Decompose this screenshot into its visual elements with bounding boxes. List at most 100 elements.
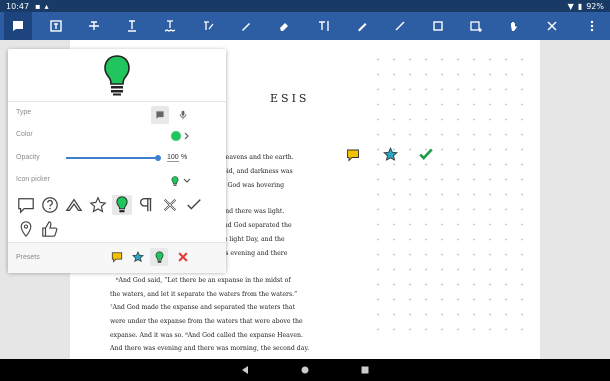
pin-icon-option[interactable] — [16, 219, 36, 239]
verse-line: ⁷And God made the expanse and separated … — [110, 304, 296, 311]
opacity-row: Opacity 100 % — [8, 149, 226, 171]
highlighter-icon — [358, 23, 367, 32]
clock: 10:47 — [6, 1, 30, 11]
comment-icon — [111, 252, 123, 263]
cross-icon-option[interactable] — [160, 195, 180, 215]
lightbulb-icon — [171, 176, 179, 186]
text-cursor-icon — [319, 21, 329, 31]
up-icon-option[interactable] — [64, 195, 84, 215]
preset-cross[interactable] — [174, 248, 192, 266]
notification-icon: ▪ — [35, 1, 41, 11]
highlighter-button[interactable] — [348, 12, 376, 40]
voice-type-button[interactable] — [174, 106, 192, 124]
comment-type-button[interactable] — [151, 106, 169, 124]
up-arrow-icon — [65, 198, 83, 212]
star-icon — [89, 196, 107, 213]
text-cursor-button[interactable] — [310, 12, 338, 40]
preset-star[interactable] — [129, 248, 147, 266]
pen-icon — [242, 23, 250, 31]
battery-icon: ▮ — [577, 1, 583, 11]
annotation-style-panel: Type Color Opacity 100 % Icon picker Pre… — [8, 49, 226, 273]
strikeout-button[interactable] — [80, 12, 108, 40]
recents-icon[interactable] — [360, 365, 370, 375]
home-icon[interactable] — [300, 365, 310, 375]
line-button[interactable] — [386, 12, 414, 40]
image-notification-icon: ▴ — [44, 1, 49, 11]
text-box-button[interactable] — [42, 12, 70, 40]
star-icon-option[interactable] — [88, 195, 108, 215]
presets-bar: Presets — [8, 242, 226, 273]
strikeout-icon — [89, 21, 99, 30]
squiggly-icon — [164, 20, 176, 32]
opacity-slider-thumb[interactable] — [155, 155, 161, 161]
more-icon — [590, 20, 594, 32]
verse-line: And there was evening and there was morn… — [110, 345, 310, 352]
eraser-icon — [280, 23, 288, 31]
lightbulb-icon — [104, 55, 130, 96]
presets-label: Presets — [16, 254, 40, 261]
type-label: Type — [16, 109, 32, 116]
opacity-value[interactable]: 100 — [167, 154, 179, 162]
chapter-title: ESIS — [270, 92, 310, 105]
text-box-icon — [50, 20, 62, 32]
status-bar: 10:47 ▪ ▴ ▼ ▮ 92% — [0, 0, 610, 12]
type-row: Type — [8, 104, 226, 126]
icon-picker-row[interactable]: Icon picker — [8, 171, 226, 193]
lightbulb-icon — [116, 196, 128, 213]
dot-grid — [370, 52, 535, 342]
verse-line: the waters, and let it separate the wate… — [110, 291, 298, 298]
add-shape-button[interactable] — [462, 12, 490, 40]
square-icon — [433, 21, 443, 31]
eraser-button[interactable] — [270, 12, 298, 40]
navigation-bar — [0, 359, 610, 381]
preset-lightbulb[interactable] — [150, 248, 168, 266]
check-annotation-icon[interactable] — [418, 146, 434, 162]
underline-icon — [128, 20, 136, 32]
back-icon[interactable] — [240, 365, 250, 375]
star-annotation-icon[interactable] — [383, 147, 398, 162]
paragraph-icon-option[interactable] — [136, 195, 156, 215]
add-shape-icon — [470, 21, 482, 32]
color-label: Color — [16, 131, 33, 138]
help-icon — [42, 197, 58, 213]
comment-annotation-icon[interactable] — [346, 148, 360, 162]
verse-line: ⁶And God said, “Let there be an expanse … — [116, 277, 291, 284]
comment-icon-option[interactable] — [16, 195, 36, 215]
color-row[interactable]: Color — [8, 126, 226, 148]
help-icon-option[interactable] — [40, 195, 60, 215]
thumbs-up-icon-option[interactable] — [40, 219, 60, 239]
opacity-unit: % — [181, 154, 188, 161]
lightbulb-icon — [155, 250, 163, 263]
thumbs-up-icon — [42, 221, 58, 237]
star-icon — [132, 251, 144, 263]
cross-icon — [178, 252, 188, 262]
close-button[interactable] — [538, 12, 566, 40]
color-swatch[interactable] — [171, 131, 181, 141]
pan-button[interactable] — [500, 12, 528, 40]
wifi-icon: ▼ — [567, 1, 574, 11]
battery-level: 92% — [586, 1, 604, 11]
verse-line: expanse. And it was so. ⁸And God called … — [110, 332, 303, 339]
square-button[interactable] — [424, 12, 452, 40]
underline-button[interactable] — [118, 12, 146, 40]
lightbulb-icon-option[interactable] — [112, 195, 132, 215]
opacity-slider-fill — [66, 157, 158, 159]
verse-line: were under the expanse from the waters t… — [110, 318, 303, 325]
more-button[interactable] — [578, 12, 606, 40]
annotation-toolbar — [0, 12, 610, 40]
comment-icon — [18, 198, 34, 214]
check-icon — [187, 199, 201, 210]
opacity-label: Opacity — [16, 154, 40, 161]
pen-button[interactable] — [232, 12, 260, 40]
preset-comment[interactable] — [108, 248, 126, 266]
comment-tool-icon — [13, 21, 23, 31]
squiggly-button[interactable] — [156, 12, 184, 40]
opacity-slider-track[interactable] — [66, 157, 158, 159]
comment-tool-button[interactable] — [4, 12, 32, 40]
chevron-right-icon — [184, 132, 189, 140]
check-icon-option[interactable] — [184, 195, 204, 215]
pin-icon — [20, 221, 32, 238]
free-text-button[interactable] — [194, 12, 222, 40]
microphone-icon — [179, 110, 187, 120]
cross-icon — [163, 198, 177, 212]
